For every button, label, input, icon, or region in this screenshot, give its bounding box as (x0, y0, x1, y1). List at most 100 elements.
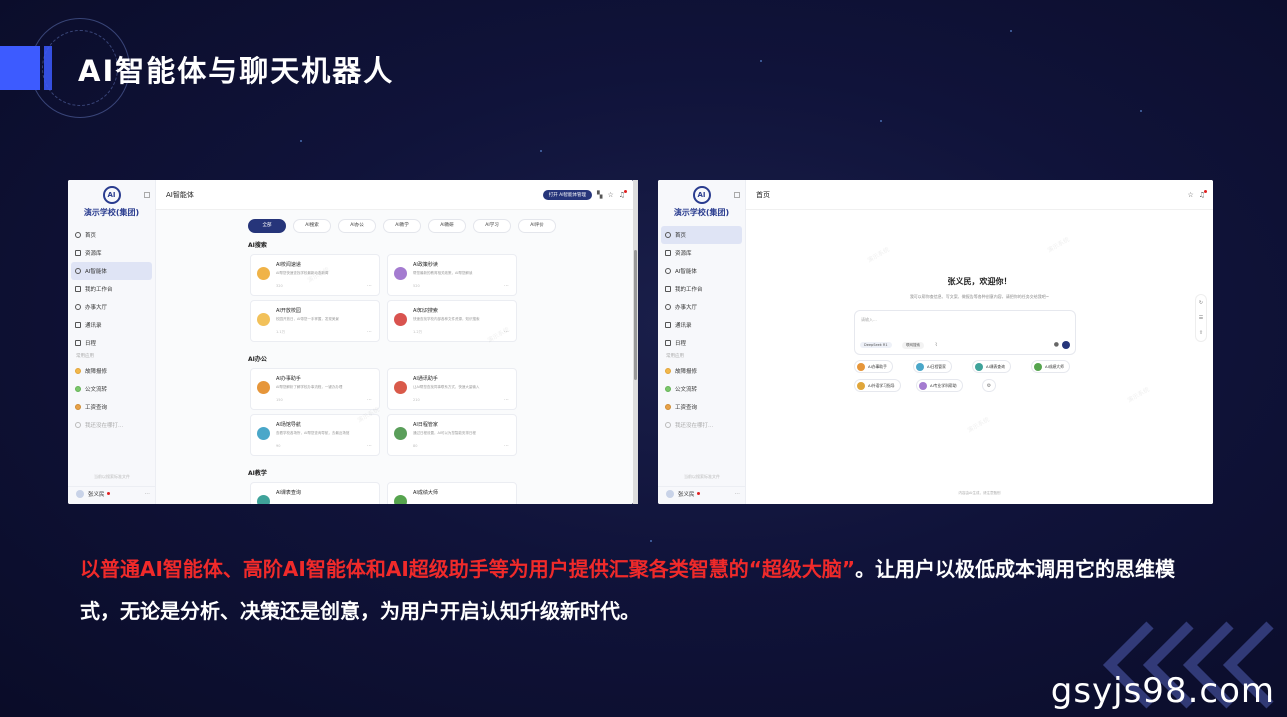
microphone-icon[interactable]: ● (1054, 341, 1059, 348)
qr-icon[interactable]: ▚ (597, 191, 602, 199)
tab-search[interactable]: AI搜索 (293, 219, 331, 233)
web-search-toggle[interactable]: 联网搜索 (902, 342, 924, 349)
refresh-icon[interactable]: ↻ (1199, 300, 1203, 306)
agent-avatar (257, 427, 270, 440)
history-icon[interactable]: ☰ (1199, 315, 1203, 321)
add-app[interactable]: 我还没在哪打... (68, 416, 155, 434)
sidebar-item-contacts[interactable]: 通讯录 (68, 316, 155, 334)
grid-icon (75, 286, 81, 292)
sidebar-item-ai-agents[interactable]: AI智能体 (658, 262, 745, 280)
model-selector[interactable]: DeepSeek R1 (860, 342, 892, 348)
grid-icon (665, 286, 671, 292)
bell-icon[interactable]: ♫ (1199, 189, 1208, 199)
app-documents[interactable]: 公文流转 (658, 380, 745, 398)
sidebar-item-calendar[interactable]: 日程 (68, 334, 155, 352)
chat-input[interactable]: 请输入... DeepSeek R1 联网搜索 ⌇ ● (854, 310, 1076, 355)
tab-evaluation[interactable]: AI评价 (518, 219, 556, 233)
sidebar-item-service-hall[interactable]: 办事大厅 (68, 298, 155, 316)
tab-teaching[interactable]: AI教学 (383, 219, 421, 233)
tab-research[interactable]: AI教研 (428, 219, 466, 233)
sidebar-item-ai-agents[interactable]: AI智能体 (71, 262, 152, 280)
more-icon[interactable]: ⋯ (367, 443, 372, 449)
tab-all[interactable]: 全部 (248, 219, 286, 233)
top-bar: 首页 ☆ ♫ (734, 180, 1213, 210)
star-icon[interactable]: ☆ (1187, 191, 1193, 199)
quick-agent-chip[interactable]: AI成绩大师 (1031, 360, 1070, 373)
slide-caption: 以普通AI智能体、高阶AI智能体和AI超级助手等为用户提供汇聚各类智慧的“超级大… (80, 548, 1215, 632)
user-profile[interactable]: 张义民 ⋯ (658, 486, 746, 500)
status-dot (696, 492, 700, 495)
top-bar: AI智能体 打开 AI智能体管理 ▚ ☆ ♫ (144, 180, 633, 210)
page-title: 首页 (756, 190, 770, 199)
app-salary[interactable]: 工资查询 (658, 398, 745, 416)
star-icon[interactable]: ☆ (607, 191, 613, 199)
send-button[interactable] (1062, 341, 1070, 349)
more-icon[interactable]: ⋯ (504, 443, 509, 449)
agent-avatar (257, 381, 270, 394)
agent-card[interactable]: AI成绩大师 (387, 482, 517, 504)
group-label: 常用应用 (666, 354, 684, 359)
tab-learning[interactable]: AI学习 (473, 219, 511, 233)
scrollbar-thumb[interactable] (634, 250, 637, 380)
attach-icon[interactable]: ⌇ (935, 342, 937, 348)
more-icon[interactable]: ⋯ (367, 397, 372, 403)
plus-icon (665, 422, 671, 428)
sidebar-item-calendar[interactable]: 日程 (658, 334, 745, 352)
agent-avatar (257, 267, 270, 280)
more-icon[interactable]: ⋯ (367, 329, 372, 335)
chat-input-placeholder: 请输入... (861, 317, 877, 322)
sidebar-item-resources[interactable]: 资源库 (68, 244, 155, 262)
tab-office[interactable]: AI办公 (338, 219, 376, 233)
clock-icon (75, 304, 81, 310)
agent-avatar (394, 313, 407, 326)
user-profile[interactable]: 张义民 ⋯ (68, 486, 156, 500)
agent-avatar (257, 495, 270, 504)
agent-card[interactable]: AI课表查询 (250, 482, 380, 504)
org-name: 演示学校(集团) (83, 208, 140, 217)
sidebar-item-workbench[interactable]: 我的工作台 (658, 280, 745, 298)
agent-card[interactable]: AI日程管家 通过日程设置，AI可以为您智能安排日程 80 ⋯ (387, 414, 517, 456)
sidebar-item-home[interactable]: 首页 (661, 226, 742, 244)
sidebar-item-contacts[interactable]: 通讯录 (658, 316, 745, 334)
greeting-subtitle: 我可以帮你查信息、写文案、做报告等各种创意内容，请把你的任务交给我吧~ (909, 294, 1050, 299)
more-icon[interactable]: ⋯ (504, 397, 509, 403)
add-app[interactable]: 我还没在哪打... (658, 416, 745, 434)
open-agent-admin-button[interactable]: 打开 AI智能体管理 (542, 189, 593, 200)
agent-card[interactable]: AI办事助手 AI帮您解析了解学校办事流程，一键办办理 150 ⋯ (250, 368, 380, 410)
app-salary[interactable]: 工资查询 (68, 398, 155, 416)
agent-avatar (916, 362, 924, 371)
quick-agent-chip[interactable]: AI日程管家 (913, 360, 952, 373)
disclaimer: 内容由AI生成，请注意甄别 (958, 491, 1001, 495)
agent-card[interactable]: AI通讯助手 让AI帮您查找同事联系方式，快速大量输入 210 ⋯ (387, 368, 517, 410)
quick-agent-chip[interactable]: AI办事助手 (854, 360, 893, 373)
greeting: 张义民，欢迎你！ (947, 277, 1012, 286)
contacts-icon (665, 322, 671, 328)
scrollbar[interactable] (633, 180, 638, 504)
screenshot-ai-agents: AI 演示学校(集团) 首页 资源库 AI智能体 我的工作台 办事大厅 通讯录 … (68, 180, 633, 504)
more-icon[interactable]: ⋯ (367, 283, 372, 289)
quick-agent-chip[interactable]: AI专业学科帮助 (916, 379, 963, 392)
sidebar-item-home[interactable]: 首页 (68, 226, 155, 244)
contacts-icon (75, 322, 81, 328)
agent-card[interactable]: AI开放校园 校园开放日，AI带您一手掌握，发现美景 1.1万 ⋯ (250, 300, 380, 342)
wrench-icon (75, 368, 81, 374)
sidebar-item-workbench[interactable]: 我的工作台 (68, 280, 155, 298)
quick-agent-chip[interactable]: AI课表查询 (972, 360, 1011, 373)
app-repair[interactable]: 故障报修 (68, 362, 155, 380)
document-icon (665, 386, 671, 392)
sidebar-item-resources[interactable]: 资源库 (658, 244, 745, 262)
more-icon[interactable]: ⋯ (504, 283, 509, 289)
collapse-icon[interactable] (734, 191, 740, 198)
collapse-icon[interactable] (144, 191, 150, 198)
app-documents[interactable]: 公文流转 (68, 380, 155, 398)
app-repair[interactable]: 故障报修 (658, 362, 745, 380)
sidebar-item-service-hall[interactable]: 办事大厅 (658, 298, 745, 316)
share-icon[interactable]: ⇪ (1199, 330, 1203, 336)
title-accent-bar (0, 46, 40, 90)
bell-icon[interactable]: ♫ (619, 189, 628, 199)
agent-card[interactable]: AI政策秒读 帮您最新的教育相关政策，AI帮您解读 520 ⋯ (387, 254, 517, 296)
page-title: AI智能体 (166, 190, 194, 199)
quick-agent-chip[interactable]: AI外语学习指导 (854, 379, 901, 392)
more-agents-icon[interactable]: ⚙ (982, 379, 996, 392)
sidebar: AI 演示学校(集团) 首页 资源库 AI智能体 我的工作台 办事大厅 通讯录 … (658, 180, 746, 504)
